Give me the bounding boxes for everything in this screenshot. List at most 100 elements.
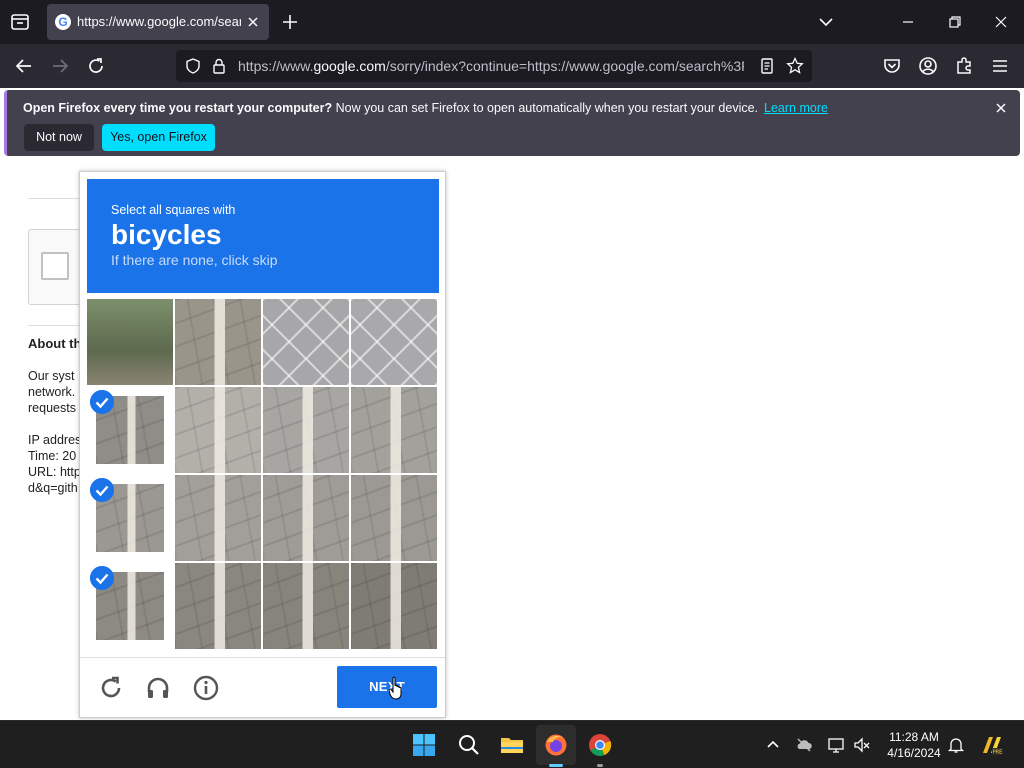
navigation-toolbar: https://www.google.com/sorry/index?conti… bbox=[0, 44, 1024, 88]
body-line: requests bbox=[28, 401, 76, 415]
account-icon[interactable] bbox=[916, 54, 940, 78]
tab-title: https://www.google.com/search? bbox=[77, 14, 241, 29]
tile-image bbox=[263, 475, 349, 561]
speaker-muted-icon[interactable] bbox=[853, 736, 871, 754]
new-tab-icon[interactable] bbox=[280, 12, 300, 32]
reader-view-icon[interactable] bbox=[758, 57, 776, 75]
tile-image bbox=[263, 387, 349, 473]
chrome-icon[interactable] bbox=[588, 733, 612, 757]
onedrive-cloud-icon[interactable] bbox=[795, 736, 813, 754]
challenge-tile[interactable] bbox=[263, 475, 349, 561]
ip-line: IP addres bbox=[28, 433, 82, 447]
body-line: network. bbox=[28, 385, 76, 399]
search-icon[interactable] bbox=[457, 733, 481, 757]
tile-image bbox=[263, 299, 349, 385]
url-text[interactable]: https://www.google.com/sorry/index?conti… bbox=[238, 58, 744, 74]
address-bar[interactable]: https://www.google.com/sorry/index?conti… bbox=[176, 50, 812, 82]
tile-image bbox=[175, 299, 261, 385]
tile-image bbox=[351, 299, 437, 385]
notification-message: Open Firefox every time you restart your… bbox=[23, 101, 828, 115]
challenge-tile[interactable] bbox=[351, 475, 437, 561]
clock-date: 4/16/2024 bbox=[887, 746, 941, 760]
challenge-tile[interactable] bbox=[351, 387, 437, 473]
tile-image bbox=[87, 299, 173, 385]
clock-time: 11:28 AM bbox=[889, 730, 939, 744]
bookmark-star-icon[interactable] bbox=[786, 57, 804, 75]
time-line: Time: 20 bbox=[28, 449, 77, 463]
tile-image bbox=[263, 563, 349, 649]
windows-taskbar: 11:28 AM 4/16/2024 PRE bbox=[0, 720, 1024, 768]
pocket-icon[interactable] bbox=[880, 54, 904, 78]
yes-open-firefox-button[interactable]: Yes, open Firefox bbox=[102, 124, 215, 151]
body-line: Our syst bbox=[28, 369, 75, 383]
copilot-pre-icon[interactable]: PRE bbox=[980, 733, 1004, 757]
notifications-bell-icon[interactable] bbox=[947, 736, 965, 754]
selected-check-icon bbox=[90, 478, 114, 502]
challenge-image-grid bbox=[87, 299, 439, 651]
close-notification-icon[interactable] bbox=[993, 100, 1009, 116]
back-arrow-icon[interactable] bbox=[12, 54, 36, 78]
challenge-instruction: Select all squares with bbox=[111, 203, 236, 217]
recaptcha-challenge-popup: Select all squares with bicycles If ther… bbox=[79, 171, 446, 718]
challenge-tile[interactable] bbox=[175, 563, 261, 649]
divider bbox=[80, 657, 445, 658]
tab-google-search[interactable]: G https://www.google.com/search? bbox=[47, 4, 269, 40]
hand-cursor-icon bbox=[388, 676, 402, 700]
tile-image bbox=[351, 563, 437, 649]
url-line: URL: http bbox=[28, 465, 81, 479]
selected-check-icon bbox=[90, 566, 114, 590]
firefox-startup-notification: Open Firefox every time you restart your… bbox=[4, 90, 1020, 156]
challenge-tile[interactable] bbox=[263, 387, 349, 473]
challenge-tile[interactable] bbox=[175, 475, 261, 561]
recaptcha-checkbox[interactable] bbox=[41, 252, 69, 280]
learn-more-link[interactable]: Learn more bbox=[764, 101, 828, 115]
tile-image bbox=[175, 563, 261, 649]
active-indicator bbox=[549, 764, 563, 767]
hamburger-menu-icon[interactable] bbox=[988, 54, 1012, 78]
list-all-tabs-chevron-icon[interactable] bbox=[816, 12, 836, 32]
google-favicon-icon: G bbox=[55, 14, 71, 30]
close-window-icon[interactable] bbox=[991, 12, 1011, 32]
challenge-tile[interactable] bbox=[351, 563, 437, 649]
network-display-icon[interactable] bbox=[827, 736, 845, 754]
audio-challenge-headphones-icon[interactable] bbox=[144, 674, 172, 702]
challenge-tile[interactable] bbox=[263, 563, 349, 649]
close-tab-icon[interactable] bbox=[245, 14, 261, 30]
challenge-tile[interactable] bbox=[87, 475, 173, 561]
challenge-tile[interactable] bbox=[263, 299, 349, 385]
windows-start-icon[interactable] bbox=[412, 733, 436, 757]
about-heading: About th bbox=[28, 336, 82, 351]
reload-icon[interactable] bbox=[84, 54, 108, 78]
challenge-tile[interactable] bbox=[87, 563, 173, 649]
next-button[interactable]: NEXT bbox=[337, 666, 437, 708]
tracking-protection-shield-icon[interactable] bbox=[184, 57, 202, 75]
challenge-header: Select all squares with bicycles If ther… bbox=[87, 179, 439, 293]
tile-image bbox=[351, 387, 437, 473]
challenge-tile[interactable] bbox=[175, 299, 261, 385]
tab-bar: G https://www.google.com/search? bbox=[0, 0, 1024, 44]
system-clock[interactable]: 11:28 AM 4/16/2024 bbox=[880, 729, 948, 761]
url-line: d&q=gith bbox=[28, 481, 78, 495]
file-explorer-folder-icon[interactable] bbox=[500, 733, 524, 757]
restore-icon[interactable] bbox=[945, 12, 965, 32]
show-hidden-icons-chevron-icon[interactable] bbox=[764, 736, 782, 754]
challenge-target: bicycles bbox=[111, 219, 222, 250]
challenge-tile[interactable] bbox=[175, 387, 261, 473]
challenge-hint: If there are none, click skip bbox=[111, 252, 278, 268]
challenge-tile[interactable] bbox=[87, 299, 173, 385]
firefox-icon[interactable] bbox=[544, 733, 568, 757]
firefox-view-icon[interactable] bbox=[8, 10, 32, 34]
reload-challenge-icon[interactable] bbox=[97, 674, 125, 702]
tile-image bbox=[351, 475, 437, 561]
tile-image bbox=[175, 387, 261, 473]
challenge-tile[interactable] bbox=[351, 299, 437, 385]
not-now-button[interactable]: Not now bbox=[24, 124, 94, 151]
tile-image bbox=[175, 475, 261, 561]
lock-icon[interactable] bbox=[210, 57, 228, 75]
challenge-tile[interactable] bbox=[87, 387, 173, 473]
running-indicator bbox=[597, 764, 603, 767]
extensions-puzzle-icon[interactable] bbox=[952, 54, 976, 78]
minimize-icon[interactable] bbox=[898, 12, 918, 32]
info-icon[interactable] bbox=[192, 674, 220, 702]
forward-arrow-icon[interactable] bbox=[48, 54, 72, 78]
